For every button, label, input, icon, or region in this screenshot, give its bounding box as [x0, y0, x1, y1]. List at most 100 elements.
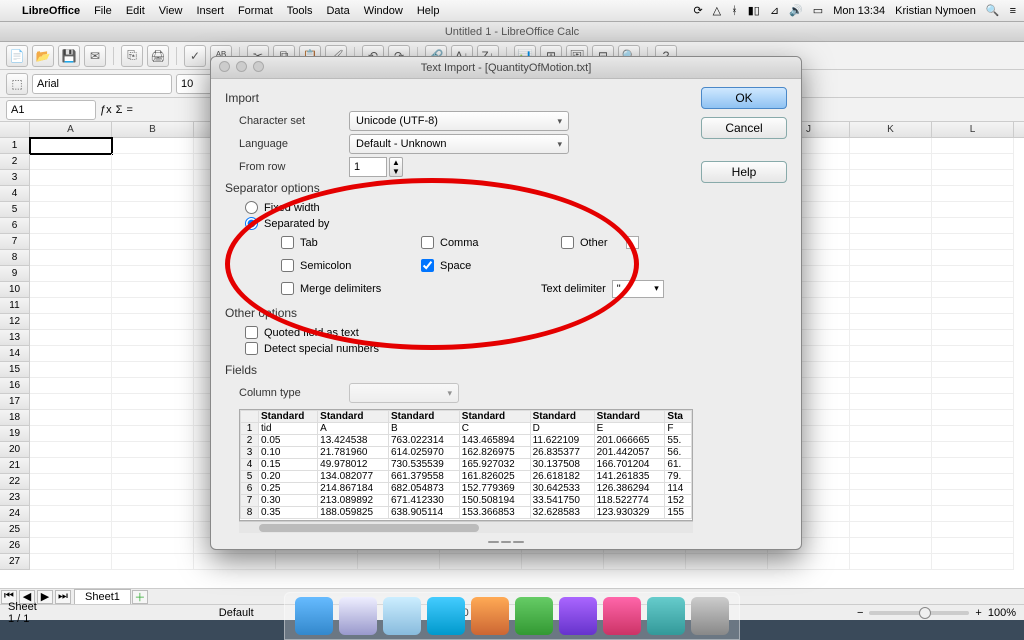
cell[interactable] [932, 314, 1014, 330]
row-head[interactable]: 20 [0, 442, 30, 458]
bt-icon[interactable]: ᚼ [731, 5, 738, 17]
cell[interactable] [932, 282, 1014, 298]
cell[interactable] [30, 426, 112, 442]
preview-hscroll[interactable] [239, 521, 693, 533]
dialog-resize-grip[interactable] [488, 541, 524, 545]
cell[interactable] [932, 202, 1014, 218]
cell[interactable] [932, 218, 1014, 234]
pdf-button[interactable]: ⎘ [121, 45, 143, 67]
cell[interactable] [30, 218, 112, 234]
row-head[interactable]: 13 [0, 330, 30, 346]
cell[interactable] [30, 154, 112, 170]
cell[interactable] [850, 474, 932, 490]
cell[interactable] [30, 474, 112, 490]
cell[interactable] [850, 394, 932, 410]
row-head[interactable]: 21 [0, 458, 30, 474]
cell[interactable] [850, 490, 932, 506]
cell[interactable] [932, 506, 1014, 522]
row-head[interactable]: 17 [0, 394, 30, 410]
dock-app-icon[interactable] [647, 597, 685, 635]
charset-combo[interactable]: Unicode (UTF-8) [349, 111, 569, 131]
volume-icon[interactable]: 🔊 [789, 4, 803, 17]
row-head[interactable]: 11 [0, 298, 30, 314]
cancel-button[interactable]: Cancel [701, 117, 787, 139]
cell[interactable] [932, 442, 1014, 458]
row-head[interactable]: 4 [0, 186, 30, 202]
cell[interactable] [932, 186, 1014, 202]
cell[interactable] [850, 458, 932, 474]
cell[interactable] [850, 298, 932, 314]
row-head[interactable]: 26 [0, 538, 30, 554]
cell[interactable] [932, 458, 1014, 474]
zoom-in-button[interactable]: + [975, 607, 981, 619]
open-button[interactable]: 📂 [32, 45, 54, 67]
row-head[interactable]: 15 [0, 362, 30, 378]
cell[interactable] [112, 522, 194, 538]
col-head[interactable]: L [932, 122, 1014, 137]
cell[interactable] [932, 250, 1014, 266]
cell[interactable] [112, 426, 194, 442]
cell[interactable] [30, 170, 112, 186]
dock-skype-icon[interactable] [427, 597, 465, 635]
cell[interactable] [30, 346, 112, 362]
fromrow-stepper[interactable]: ▲▼ [389, 157, 403, 177]
cell[interactable] [112, 298, 194, 314]
spell-button[interactable]: ✓ [184, 45, 206, 67]
cell[interactable] [440, 554, 522, 570]
cell[interactable] [30, 202, 112, 218]
language-combo[interactable]: Default - Unknown [349, 134, 569, 154]
space-check[interactable] [421, 259, 434, 272]
detect-check[interactable] [245, 342, 258, 355]
sync-icon[interactable]: ⟳ [693, 4, 702, 17]
row-head[interactable]: 3 [0, 170, 30, 186]
menu-insert[interactable]: Insert [196, 5, 224, 17]
cell[interactable] [850, 218, 932, 234]
cell[interactable] [112, 170, 194, 186]
cell[interactable] [112, 186, 194, 202]
row-head[interactable]: 6 [0, 218, 30, 234]
cell[interactable] [932, 330, 1014, 346]
zoom-slider[interactable] [869, 611, 969, 615]
cell[interactable] [932, 474, 1014, 490]
merge-check[interactable] [281, 282, 294, 295]
cell[interactable] [112, 154, 194, 170]
cell[interactable] [112, 138, 194, 154]
menu-window[interactable]: Window [364, 5, 403, 17]
cell[interactable] [112, 362, 194, 378]
comma-check[interactable] [421, 236, 434, 249]
cell[interactable] [932, 426, 1014, 442]
cell[interactable] [112, 490, 194, 506]
menu-tools[interactable]: Tools [287, 5, 313, 17]
menu-file[interactable]: File [94, 5, 112, 17]
cell[interactable] [686, 554, 768, 570]
quoted-check[interactable] [245, 326, 258, 339]
row-head[interactable]: 25 [0, 522, 30, 538]
cell[interactable] [850, 234, 932, 250]
fromrow-spin[interactable]: 1 [349, 157, 387, 177]
cell[interactable] [850, 362, 932, 378]
cell[interactable] [30, 538, 112, 554]
menu-help[interactable]: Help [417, 5, 440, 17]
add-sheet-button[interactable]: ＋ [132, 590, 148, 604]
zoom-icon[interactable] [253, 61, 264, 72]
row-head[interactable]: 7 [0, 234, 30, 250]
cell[interactable] [30, 250, 112, 266]
cell[interactable] [112, 442, 194, 458]
cell[interactable] [194, 554, 276, 570]
menu-view[interactable]: View [159, 5, 183, 17]
cell[interactable] [112, 538, 194, 554]
cell-reference-box[interactable]: A1 [6, 100, 96, 120]
cell[interactable] [850, 186, 932, 202]
cell[interactable] [112, 234, 194, 250]
cell[interactable] [30, 298, 112, 314]
cell[interactable] [30, 266, 112, 282]
dock-app-icon[interactable] [515, 597, 553, 635]
close-icon[interactable] [219, 61, 230, 72]
tab-next-button[interactable]: ▶ [37, 590, 53, 604]
cell[interactable] [850, 538, 932, 554]
cell[interactable] [850, 282, 932, 298]
col-head[interactable]: A [30, 122, 112, 137]
cell[interactable] [30, 282, 112, 298]
font-name-combo[interactable]: Arial [32, 74, 172, 94]
row-head[interactable]: 23 [0, 490, 30, 506]
